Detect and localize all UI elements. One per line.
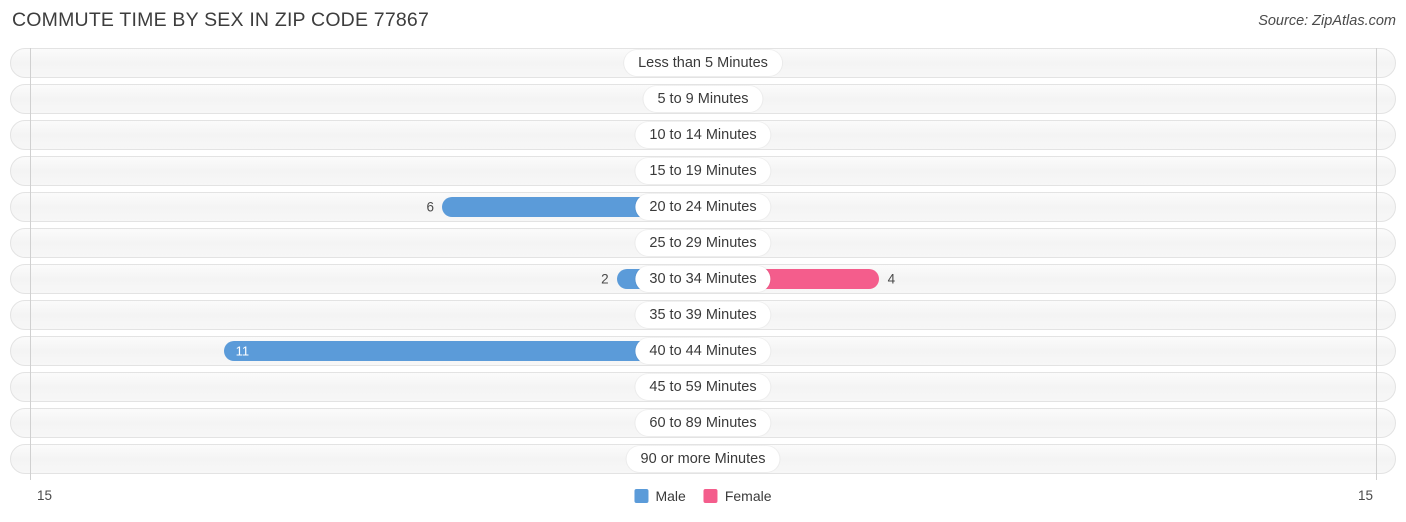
axis-max-right: 15	[1357, 488, 1373, 503]
bar-row: 005 to 9 Minutes	[10, 84, 1396, 114]
category-label-pill: 35 to 39 Minutes	[635, 302, 771, 328]
bar-track: 005 to 9 Minutes	[11, 85, 1395, 113]
category-label-pill: 25 to 29 Minutes	[635, 230, 771, 256]
category-label-pill: 40 to 44 Minutes	[635, 338, 771, 364]
chart-footer: 15 15 Male Female	[0, 480, 1406, 522]
bar-track: 00Less than 5 Minutes	[11, 49, 1395, 77]
category-label-pill: 90 or more Minutes	[626, 446, 780, 472]
bar-row: 11040 to 44 Minutes	[10, 336, 1396, 366]
bar-row: 0010 to 14 Minutes	[10, 120, 1396, 150]
bar-track: 0010 to 14 Minutes	[11, 121, 1395, 149]
chart-legend: Male Female	[634, 488, 772, 504]
chart-header: COMMUTE TIME BY SEX IN ZIP CODE 77867 So…	[0, 0, 1406, 40]
bar-track: 0090 or more Minutes	[11, 445, 1395, 473]
legend-label: Female	[724, 488, 772, 504]
category-label-pill: 60 to 89 Minutes	[635, 410, 771, 436]
category-label-pill: 45 to 59 Minutes	[635, 374, 771, 400]
bar-row: 2 4 30 to 34 Minutes	[10, 264, 1396, 294]
legend-item[interactable]: Female	[703, 488, 772, 504]
legend-item[interactable]: Male	[634, 488, 686, 504]
category-label-pill: Less than 5 Minutes	[624, 50, 782, 76]
bar-track: 6020 to 24 Minutes	[11, 193, 1395, 221]
legend-label: Male	[655, 488, 686, 504]
bar-row: 6020 to 24 Minutes	[10, 192, 1396, 222]
axis-line-left	[30, 48, 31, 480]
female-value-label: 4	[887, 271, 896, 287]
bar-track: 0025 to 29 Minutes	[11, 229, 1395, 257]
category-label-pill: 20 to 24 Minutes	[635, 194, 771, 220]
category-label-pill: 15 to 19 Minutes	[635, 158, 771, 184]
category-label-pill: 30 to 34 Minutes	[635, 266, 771, 292]
bar-track: 0035 to 39 Minutes	[11, 301, 1395, 329]
male-bar	[223, 341, 704, 361]
male-value-label: 2	[601, 271, 609, 287]
source-attribution: Source: ZipAtlas.com	[1258, 13, 1396, 29]
axis-line-right	[1376, 48, 1377, 480]
axis-max-left: 15	[37, 488, 53, 503]
bar-track: 0060 to 89 Minutes	[11, 409, 1395, 437]
bar-track: 2 4 30 to 34 Minutes	[11, 265, 1395, 293]
female-swatch	[703, 489, 718, 503]
chart-plot-area: 00Less than 5 Minutes 005 to 9 Minutes 001…	[0, 48, 1406, 480]
bar-row: 0025 to 29 Minutes	[10, 228, 1396, 258]
bar-row: 0045 to 59 Minutes	[10, 372, 1396, 402]
bar-track: 0045 to 59 Minutes	[11, 373, 1395, 401]
page-title: COMMUTE TIME BY SEX IN ZIP CODE 77867	[12, 9, 430, 31]
bar-row: 0015 to 19 Minutes	[10, 156, 1396, 186]
male-value-label: 6	[426, 199, 434, 215]
category-label-pill: 10 to 14 Minutes	[635, 122, 771, 148]
bar-row: 0090 or more Minutes	[10, 444, 1396, 474]
bar-row: 0035 to 39 Minutes	[10, 300, 1396, 330]
category-label-pill: 5 to 9 Minutes	[643, 86, 763, 112]
bar-row: 00Less than 5 Minutes	[10, 48, 1396, 78]
male-swatch	[634, 489, 649, 503]
bar-row: 0060 to 89 Minutes	[10, 408, 1396, 438]
male-value-label: 11	[235, 343, 250, 359]
bar-track: 0015 to 19 Minutes	[11, 157, 1395, 185]
bar-rows-container: 00Less than 5 Minutes 005 to 9 Minutes 001…	[10, 48, 1396, 480]
bar-track: 11040 to 44 Minutes	[11, 337, 1395, 365]
